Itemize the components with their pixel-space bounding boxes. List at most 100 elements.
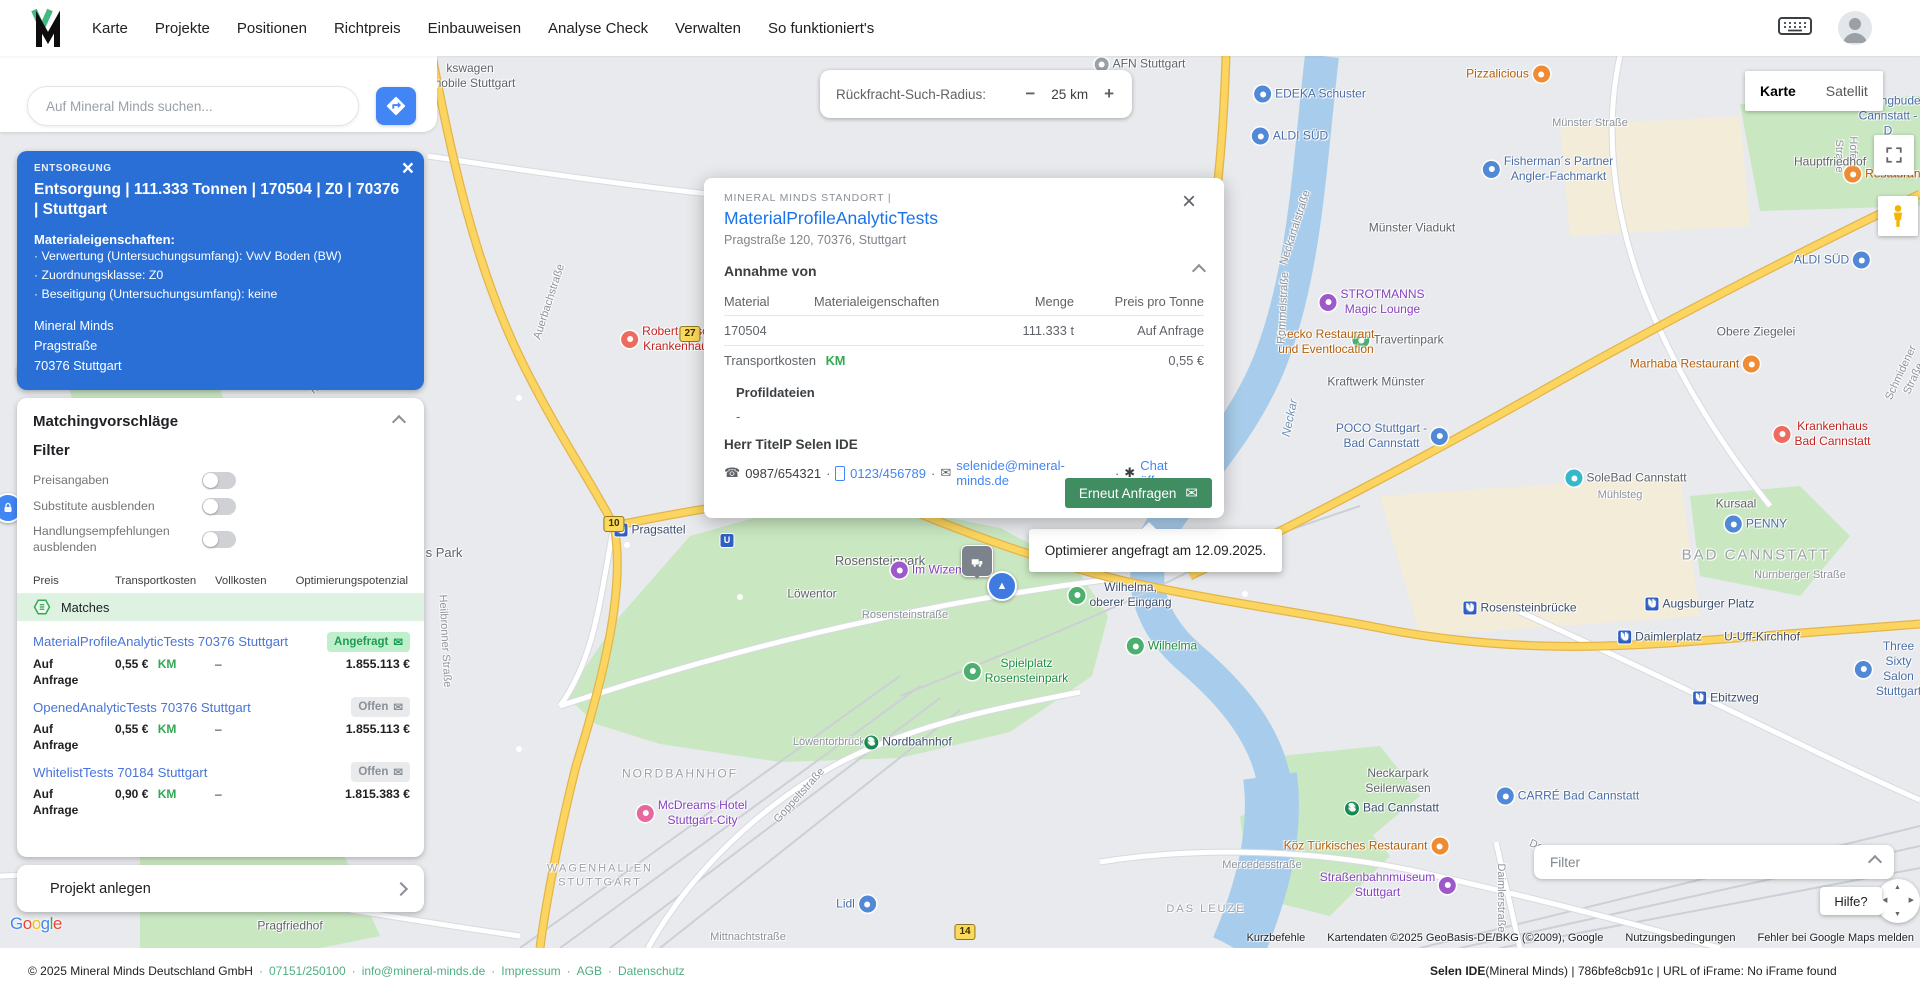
map-label-text: kswagen omobile Stuttgart xyxy=(424,61,516,90)
footer-link-agb[interactable]: AGB xyxy=(577,964,602,978)
map-filter-input[interactable] xyxy=(1548,853,1870,871)
matching-panel: Matchingvorschläge Filter Preisangaben Su… xyxy=(17,398,424,857)
footer-link-impressum[interactable]: Impressum xyxy=(501,964,560,978)
popup-kicker: MINERAL MINDS STANDORT | xyxy=(724,192,892,204)
map-label-stra-enbahnmuseum-stuttgart: Straßenbahnmuseum Stuttgart xyxy=(1320,870,1457,900)
toggle-switch-handlungsempfehlungen-ausblenden[interactable] xyxy=(202,531,236,549)
road-shield-27: 27 xyxy=(679,326,701,342)
map-type-karte-button[interactable]: Karte xyxy=(1745,71,1811,111)
mineral-minds-logo[interactable] xyxy=(30,7,64,49)
map-label-three-sixty-salon-stuttgart: Three Sixty Salon Stuttgart xyxy=(1854,639,1920,699)
nav-item-positionen[interactable]: Positionen xyxy=(237,20,307,37)
project-chevron-right-icon xyxy=(393,881,409,896)
toggle-switch-preisangaben[interactable] xyxy=(202,472,236,489)
map-label-gecko-restaurant-und-eventlocation: Gecko Restaurant und Eventlocation xyxy=(1278,327,1375,357)
matching-collapse-chevron-icon[interactable] xyxy=(391,414,407,429)
match-name-link[interactable]: WhitelistTests 70184 Stuttgart xyxy=(33,765,207,780)
footer-copyright: © 2025 Mineral Minds Deutschland GmbH xyxy=(28,964,253,978)
radius-decrease-button[interactable]: − xyxy=(1023,84,1037,104)
pegman-button[interactable] xyxy=(1878,196,1918,236)
mobile-number-link[interactable]: 0123/456789 xyxy=(850,466,926,481)
keyboard-icon[interactable] xyxy=(1778,16,1812,41)
toggle-switch-substitute-ausblenden[interactable] xyxy=(202,498,236,515)
user-avatar[interactable] xyxy=(1838,11,1872,45)
popup-title-link[interactable]: MaterialProfileAnalyticTests xyxy=(724,208,1204,229)
nav-item-richtpreis[interactable]: Richtpreis xyxy=(334,20,401,37)
map-label-text: ALDI SÜD xyxy=(1272,128,1329,143)
nav-item-so-funktioniert-s[interactable]: So funktioniert's xyxy=(768,20,874,37)
match-name-link[interactable]: MaterialProfileAnalyticTests 70376 Stutt… xyxy=(33,634,288,649)
map-label-s-park: s Park xyxy=(426,545,463,561)
nav-item-analyse-check[interactable]: Analyse Check xyxy=(548,20,648,37)
popup-table: Material Materialeigenschaften Menge Preis … xyxy=(724,287,1204,375)
map-label-text: Kursaal xyxy=(1715,496,1757,511)
match-price: Auf Anfrage xyxy=(33,656,79,687)
poi-icon-park xyxy=(1068,586,1086,604)
map-label-obere-ziegelei: Obere Ziegelei xyxy=(1717,325,1796,340)
match-transport-value: 0,55 € xyxy=(115,722,152,737)
contact-name: Herr TitelP Selen IDE xyxy=(724,437,858,452)
toggle-knob xyxy=(203,473,218,488)
disposal-close-icon[interactable]: × xyxy=(402,157,414,181)
poi-icon-hosp xyxy=(621,330,639,348)
directions-button[interactable] xyxy=(376,87,416,125)
help-button[interactable]: Hilfe? xyxy=(1820,887,1882,915)
map-label-text: Münster Straße xyxy=(1552,117,1628,130)
nav-item-karte[interactable]: Karte xyxy=(92,20,128,37)
ubahn-icon: U xyxy=(1693,691,1707,705)
map-marker-bluearrow[interactable]: ▲ xyxy=(987,571,1017,601)
match-potential: 1.815.383 € xyxy=(345,787,410,802)
sbahn-icon: S xyxy=(1344,801,1359,815)
footer-link-07151-250100[interactable]: 07151/250100 xyxy=(269,964,346,978)
map-marker-depot[interactable] xyxy=(961,545,993,579)
footer-link-datenschutz[interactable]: Datenschutz xyxy=(618,964,685,978)
chevron-down-icon: ▼ xyxy=(1894,911,1901,918)
map-label-m-hlsteg: Mühlsteg xyxy=(1598,489,1643,503)
depot-icon xyxy=(971,559,983,567)
google-logo-letter: g xyxy=(40,914,50,933)
matches-group-header[interactable]: Matches xyxy=(17,593,424,621)
request-again-button[interactable]: Erneut Anfragen ✉ xyxy=(1064,478,1212,508)
popup-close-icon[interactable]: × xyxy=(1182,190,1196,214)
fullscreen-button[interactable] xyxy=(1874,135,1914,175)
search-input[interactable] xyxy=(27,86,359,126)
match-name-row: MaterialProfileAnalyticTests 70376 Stutt… xyxy=(33,631,410,652)
standalone-poi-icon-u[interactable]: U xyxy=(720,530,734,548)
nav-item-projekte[interactable]: Projekte xyxy=(155,20,210,37)
map-label-text: Hauptfriedhof xyxy=(1793,154,1867,169)
footer-link-info-mineral-minds-de[interactable]: info@mineral-minds.de xyxy=(362,964,486,978)
map-type-satellit-button[interactable]: Satellit xyxy=(1811,71,1883,111)
status-badge-label: Offen xyxy=(358,766,389,779)
map-label-text: EDEKA Schuster xyxy=(1275,86,1366,101)
filter-collapse-chevron-icon[interactable] xyxy=(1867,854,1883,870)
match-name-link[interactable]: OpenedAnalyticTests 70376 Stuttgart xyxy=(33,700,251,715)
attribution-item[interactable]: Fehler bei Google Maps melden xyxy=(1757,932,1914,944)
map-label-text: U-Uff-Kirchhof xyxy=(1724,629,1800,644)
popup-cell: 170504 xyxy=(724,323,767,338)
map-label-text: PENNY xyxy=(1745,516,1788,531)
attribution-item[interactable]: Nutzungsbedingungen xyxy=(1625,932,1735,944)
map-label-text: Fisherman´s Partner Angler-Fachmarkt xyxy=(1503,154,1614,183)
radius-increase-button[interactable]: + xyxy=(1102,84,1116,104)
nav-item-verwalten[interactable]: Verwalten xyxy=(675,20,741,37)
help-label: Hilfe? xyxy=(1834,893,1868,909)
poi-icon-shop xyxy=(1496,787,1514,805)
create-project-button[interactable]: Projekt anlegen xyxy=(17,865,424,912)
poi-icon-shop xyxy=(1854,660,1872,678)
map-label-robert-bosch-krankenhaus: Robert Bosch Krankenhaus xyxy=(621,324,715,354)
match-row: MaterialProfileAnalyticTests 70376 Stutt… xyxy=(33,631,410,688)
profile-files-value: - xyxy=(736,409,741,424)
map-label-pragfriedhof: Pragfriedhof xyxy=(257,919,322,934)
nav-item-einbauweisen[interactable]: Einbauweisen xyxy=(428,20,521,37)
km-tag: KM xyxy=(825,353,846,368)
google-logo[interactable]: Google xyxy=(10,914,62,934)
match-values-row: Auf Anfrage 0,55 € KM –1.855.113 € xyxy=(33,722,410,753)
popup-transport-row: Transportkosten KM 0,55 € xyxy=(724,346,1204,375)
map-label-text: Mittnachtstraße xyxy=(710,931,786,944)
map-label-l-wentorbr-cke: Löwentorbrücke xyxy=(793,736,871,750)
match-values-row: Auf Anfrage 0,55 € KM –1.855.113 € xyxy=(33,657,410,688)
popup-collapse-chevron-icon[interactable] xyxy=(1191,263,1207,279)
popup-column-header: Preis pro Tonne xyxy=(1114,294,1204,309)
map-label-mercedesstra-e: Mercedesstraße xyxy=(1222,859,1301,873)
map-type-switcher: Karte Satellit xyxy=(1745,71,1883,111)
